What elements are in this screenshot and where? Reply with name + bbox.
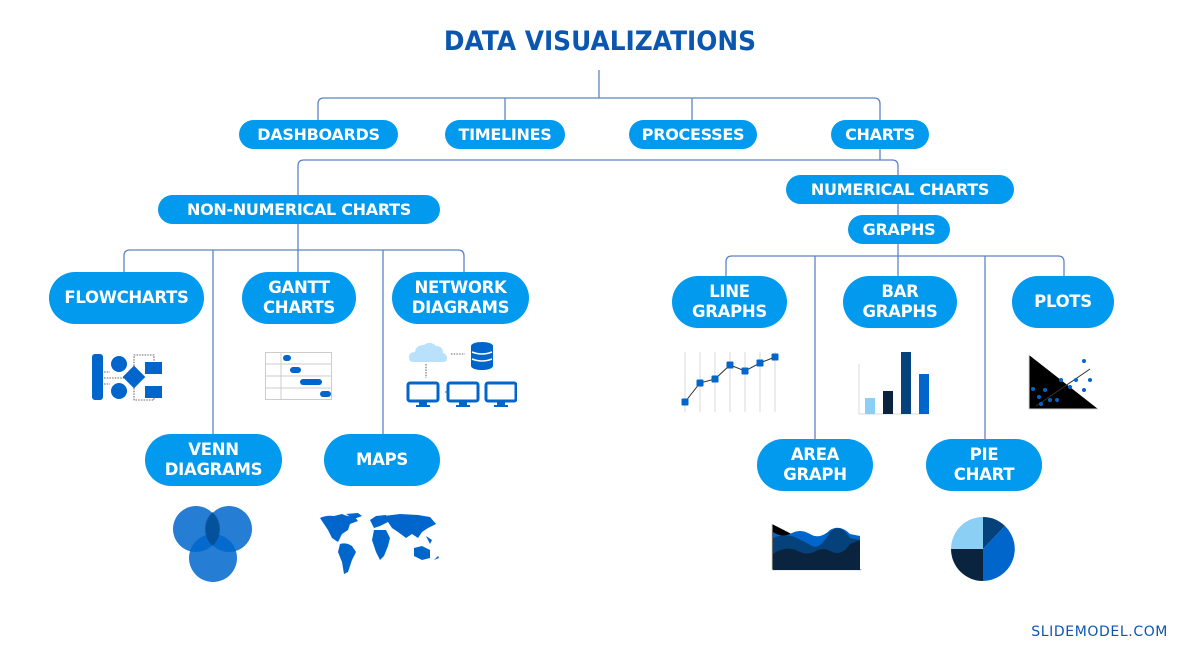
line-point xyxy=(771,353,779,361)
area-graph-icon xyxy=(771,524,862,571)
node-bar-graphs[interactable]: BAR GRAPHS xyxy=(843,276,957,328)
node-label: LINE GRAPHS xyxy=(691,282,767,321)
node-label: GANTT CHARTS xyxy=(263,278,335,317)
node-charts[interactable]: CHARTS xyxy=(831,120,929,149)
node-label: NON-NUMERICAL CHARTS xyxy=(187,199,411,219)
node-non-numerical-charts[interactable]: NON-NUMERICAL CHARTS xyxy=(158,195,440,224)
node-label: CHARTS xyxy=(845,124,915,144)
bar-graph-icon xyxy=(858,352,929,415)
connector-level1 xyxy=(317,97,881,122)
line-graph-icon xyxy=(681,352,779,412)
node-label: DASHBOARDS xyxy=(257,124,380,144)
node-label: NUMERICAL CHARTS xyxy=(810,179,990,199)
scatter-plot-icon xyxy=(1028,355,1098,410)
node-area-graph[interactable]: AREA GRAPH xyxy=(757,439,873,491)
bar-3 xyxy=(901,352,911,414)
bar-4 xyxy=(919,374,929,414)
node-graphs[interactable]: GRAPHS xyxy=(848,215,950,244)
line-point xyxy=(741,367,749,375)
venn-diagram-icon xyxy=(173,506,252,582)
node-label: PLOTS xyxy=(1034,292,1092,311)
node-label: NETWORK DIAGRAMS xyxy=(411,278,510,317)
node-timelines[interactable]: TIMELINES xyxy=(445,120,565,149)
network-diagram-icon xyxy=(406,342,517,407)
node-gantt-charts[interactable]: GANTT CHARTS xyxy=(242,272,356,324)
node-label: GRAPHS xyxy=(862,219,936,239)
line-point xyxy=(711,375,719,383)
node-label: PIE CHART xyxy=(953,445,1015,484)
node-plots[interactable]: PLOTS xyxy=(1012,276,1114,328)
node-dashboards[interactable]: DASHBOARDS xyxy=(239,120,398,149)
node-label: TIMELINES xyxy=(458,124,552,144)
node-label: AREA GRAPH xyxy=(783,445,847,484)
node-flowcharts[interactable]: FLOWCHARTS xyxy=(49,272,204,324)
bar-2 xyxy=(883,391,893,414)
line-point xyxy=(756,359,764,367)
node-processes[interactable]: PROCESSES xyxy=(629,120,757,149)
node-label: MAPS xyxy=(356,450,408,469)
node-numerical-charts[interactable]: NUMERICAL CHARTS xyxy=(786,175,1014,204)
world-map-icon xyxy=(320,513,439,574)
node-label: PROCESSES xyxy=(641,124,745,144)
pie-chart-icon xyxy=(951,517,1015,581)
node-label: BAR GRAPHS xyxy=(862,282,938,321)
line-point xyxy=(681,398,689,406)
node-venn-diagrams[interactable]: VENN DIAGRAMS xyxy=(145,434,282,486)
node-line-graphs[interactable]: LINE GRAPHS xyxy=(672,276,787,328)
footer-brand: SLIDEMODEL.COM xyxy=(1031,624,1168,640)
node-pie-chart[interactable]: PIE CHART xyxy=(926,439,1042,491)
gantt-chart-icon xyxy=(265,352,332,400)
bar-1 xyxy=(865,398,875,414)
flowchart-icon xyxy=(92,354,162,401)
line-point xyxy=(726,361,734,369)
node-network-diagrams[interactable]: NETWORK DIAGRAMS xyxy=(392,272,529,324)
node-maps[interactable]: MAPS xyxy=(324,434,440,486)
node-label: VENN DIAGRAMS xyxy=(164,440,263,479)
node-label: FLOWCHARTS xyxy=(64,288,189,307)
line-point xyxy=(696,379,704,387)
